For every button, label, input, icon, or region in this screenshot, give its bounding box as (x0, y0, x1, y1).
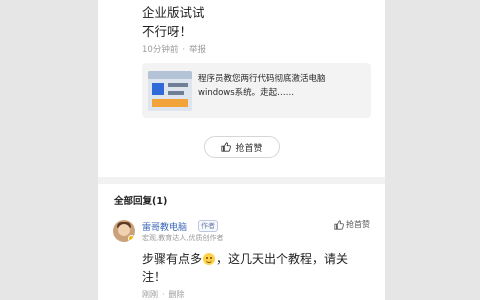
reply-time: 刚刚 (142, 290, 158, 299)
reply-like-label: 抢首赞 (346, 220, 370, 229)
author-badge: 作者 (198, 220, 218, 232)
reply-body: 步骤有点多 ，这几天出个教程，请关注！ (142, 250, 372, 286)
thumb-up-icon (334, 219, 344, 230)
all-replies-heading: 全部回复(1) (114, 196, 168, 207)
top-comment-time: 10分钟前 (142, 45, 179, 55)
reply-author-tags: 宏观,教育达人,优质创作者 (142, 234, 224, 242)
avatar[interactable] (113, 220, 135, 242)
article-title-line-2: windows系统。走起…… (198, 88, 295, 98)
smile-emoji-icon (203, 253, 216, 265)
linked-article-card[interactable]: 程序员教您两行代码彻底激活电脑 windows系统。走起…… (142, 63, 371, 118)
article-thumbnail (148, 71, 192, 111)
section-divider (98, 177, 385, 184)
reply-meta: 刚刚 · 删除 (142, 289, 185, 300)
first-like-label: 抢首赞 (235, 143, 263, 154)
meta-separator: · (162, 290, 165, 299)
reply-body-part-1: 步骤有点多 (142, 252, 203, 266)
reply-like-button[interactable]: 抢首赞 (334, 219, 370, 230)
article-title-line-1: 程序员教您两行代码彻底激活电脑 (198, 74, 326, 84)
verified-badge-icon (128, 235, 135, 242)
top-comment-body: 不行呀！ (142, 24, 193, 39)
comment-detail-panel: 企业版试试 不行呀！ 10分钟前 · 举报 程序员教您两行代码彻底激活电脑 wind… (98, 0, 385, 300)
report-link[interactable]: 举报 (189, 45, 206, 55)
linked-article-title: 程序员教您两行代码彻底激活电脑 windows系统。走起…… (198, 72, 368, 100)
thumb-up-icon (221, 142, 232, 152)
reply-author-name[interactable]: 雷哥教电脑 (142, 220, 187, 233)
first-like-button[interactable]: 抢首赞 (204, 136, 280, 158)
top-comment-meta: 10分钟前 · 举报 (142, 43, 206, 55)
top-comment-title: 企业版试试 (142, 5, 205, 20)
delete-link[interactable]: 删除 (169, 290, 185, 299)
meta-separator: · (182, 45, 186, 55)
